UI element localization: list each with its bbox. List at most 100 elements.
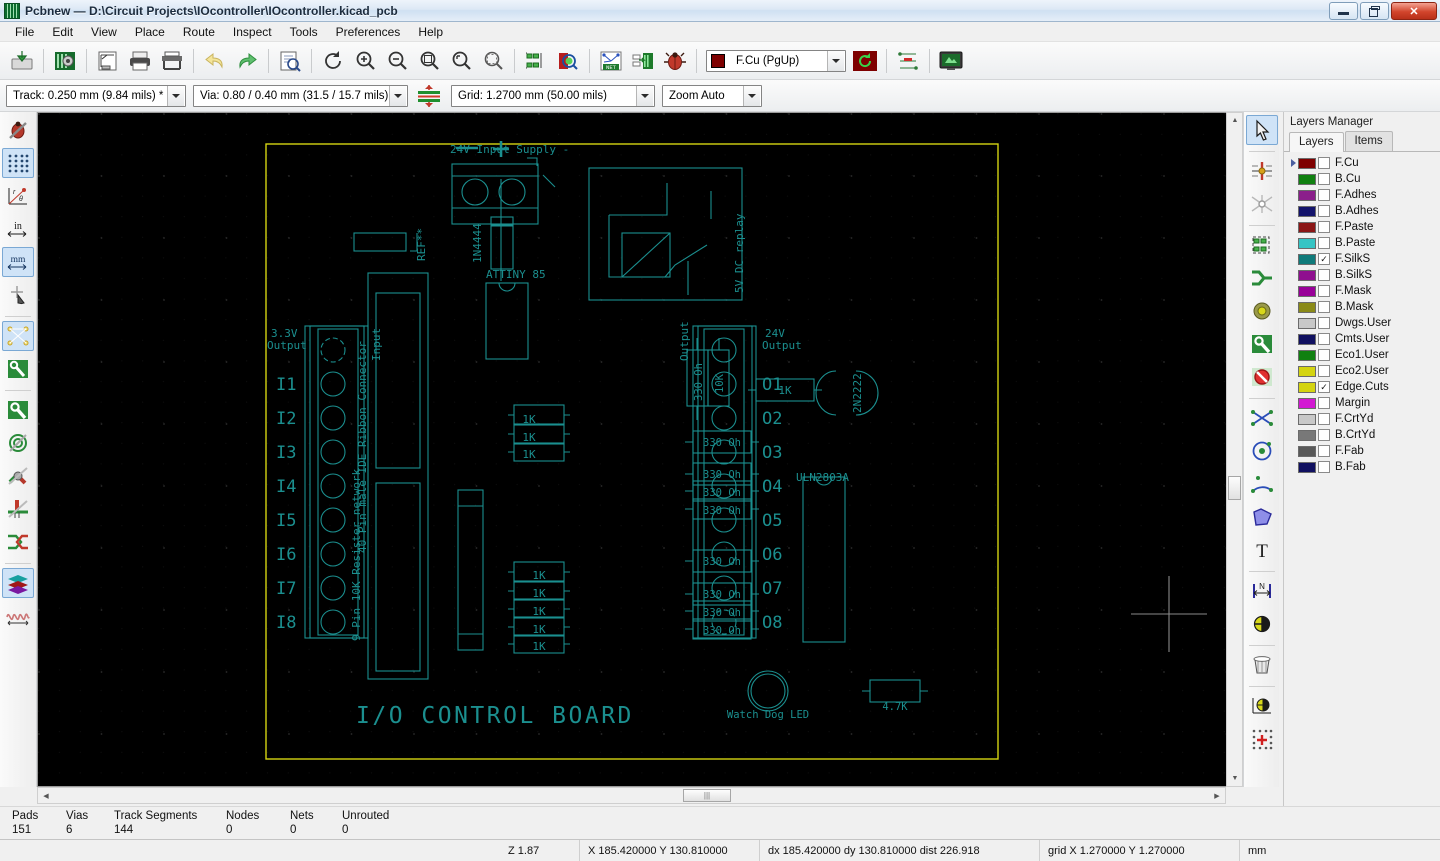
highlight-net-tool[interactable]	[1246, 156, 1278, 186]
add-target-tool[interactable]	[1246, 609, 1278, 639]
layer-color-swatch[interactable]	[1298, 397, 1316, 409]
chevron-down-icon[interactable]	[636, 85, 653, 106]
horizontal-scroll-thumb[interactable]: |||	[683, 789, 731, 802]
layer-visibility-checkbox[interactable]	[1318, 333, 1330, 345]
layer-row-eco2-user[interactable]: Eco2.User	[1288, 363, 1440, 379]
netlist-button[interactable]: NET	[596, 46, 626, 76]
pcb-canvas[interactable]: 3.3V Output I1 I2 I3 I4 I5 I6 I7 I8 Inpu…	[37, 112, 1243, 787]
minimize-button[interactable]	[1329, 2, 1358, 20]
vertical-scrollbar[interactable]: ▲ ▼	[1226, 112, 1243, 787]
vertical-scroll-thumb[interactable]	[1228, 476, 1241, 500]
delete-tool[interactable]	[1246, 650, 1278, 680]
layer-row-f-mask[interactable]: F.Mask	[1288, 283, 1440, 299]
layer-expander-icon[interactable]	[1288, 159, 1298, 167]
refresh-button[interactable]	[318, 46, 348, 76]
layer-color-swatch[interactable]	[1298, 237, 1316, 249]
board-setup-button[interactable]	[50, 46, 80, 76]
drc-off-toggle[interactable]	[2, 115, 34, 145]
layer-pair-button[interactable]	[850, 46, 880, 76]
layer-color-swatch[interactable]	[1298, 301, 1316, 313]
plot-button[interactable]	[157, 46, 187, 76]
full-crosshair-toggle[interactable]	[2, 280, 34, 310]
set-origin-tool[interactable]	[1246, 691, 1278, 721]
menu-place[interactable]: Place	[126, 23, 174, 41]
vias-sketch-toggle[interactable]	[2, 461, 34, 491]
horizontal-scrollbar[interactable]: ◀ ||| ▶	[37, 787, 1226, 804]
layer-color-swatch[interactable]	[1298, 269, 1316, 281]
layer-color-swatch[interactable]	[1298, 349, 1316, 361]
units-mm-toggle[interactable]: mm	[2, 247, 34, 277]
zoom-level-select[interactable]: Zoom Auto	[662, 84, 762, 107]
add-text-tool[interactable]: T	[1246, 535, 1278, 565]
menu-inspect[interactable]: Inspect	[224, 23, 281, 41]
page-settings-button[interactable]	[93, 46, 123, 76]
layer-visibility-checkbox[interactable]	[1318, 157, 1330, 169]
layer-color-swatch[interactable]	[1298, 157, 1316, 169]
layer-color-swatch[interactable]	[1298, 413, 1316, 425]
layer-color-swatch[interactable]	[1298, 285, 1316, 297]
menu-help[interactable]: Help	[409, 23, 452, 41]
add-keepout-tool[interactable]	[1246, 362, 1278, 392]
layer-visibility-checkbox[interactable]	[1318, 301, 1330, 313]
add-arc-tool[interactable]	[1246, 469, 1278, 499]
layer-row-f-crtyd[interactable]: F.CrtYd	[1288, 411, 1440, 427]
layer-visibility-checkbox[interactable]	[1318, 173, 1330, 185]
layer-visibility-checkbox[interactable]	[1318, 237, 1330, 249]
auto-track-width-button[interactable]	[414, 81, 444, 111]
menu-view[interactable]: View	[82, 23, 126, 41]
layer-visibility-checkbox[interactable]	[1318, 429, 1330, 441]
graphics-sketch-toggle[interactable]	[2, 527, 34, 557]
layer-row-b-fab[interactable]: B.Fab	[1288, 459, 1440, 475]
update-pcb-button[interactable]	[628, 46, 658, 76]
layer-row-b-cu[interactable]: B.Cu	[1288, 171, 1440, 187]
layer-color-swatch[interactable]	[1298, 445, 1316, 457]
local-ratsnest-tool[interactable]	[1246, 189, 1278, 219]
layer-visibility-checkbox[interactable]	[1318, 365, 1330, 377]
layer-color-swatch[interactable]	[1298, 221, 1316, 233]
layer-color-swatch[interactable]	[1298, 317, 1316, 329]
show-ratsnest-toggle[interactable]	[2, 321, 34, 351]
layer-row-b-silks[interactable]: B.SilkS	[1288, 267, 1440, 283]
pcb-drawing[interactable]: 3.3V Output I1 I2 I3 I4 I5 I6 I7 I8 Inpu…	[38, 113, 1242, 786]
microwave-tools-toggle[interactable]	[2, 601, 34, 631]
scroll-left-arrow[interactable]: ◀	[38, 788, 54, 803]
zoom-out-button[interactable]	[382, 46, 412, 76]
layer-row-dwgs-user[interactable]: Dwgs.User	[1288, 315, 1440, 331]
layer-visibility-checkbox[interactable]	[1318, 205, 1330, 217]
chevron-down-icon[interactable]	[827, 50, 844, 71]
set-grid-origin-tool[interactable]	[1246, 724, 1278, 754]
undo-button[interactable]	[200, 46, 230, 76]
layer-row-f-paste[interactable]: F.Paste	[1288, 219, 1440, 235]
layer-row-f-fab[interactable]: F.Fab	[1288, 443, 1440, 459]
print-preview-button[interactable]	[275, 46, 305, 76]
tracks-sketch-toggle[interactable]	[2, 494, 34, 524]
grid-size-select[interactable]: Grid: 1.2700 mm (50.00 mils)	[451, 84, 655, 107]
fill-zones-toggle[interactable]	[2, 395, 34, 425]
layer-color-swatch[interactable]	[1298, 333, 1316, 345]
layer-row-f-cu[interactable]: F.Cu	[1288, 155, 1440, 171]
add-via-tool[interactable]	[1246, 296, 1278, 326]
redo-button[interactable]	[232, 46, 262, 76]
layer-visibility-checkbox[interactable]	[1318, 397, 1330, 409]
scroll-down-arrow[interactable]: ▼	[1227, 771, 1243, 786]
chevron-down-icon[interactable]	[389, 85, 406, 106]
add-polygon-tool[interactable]	[1246, 403, 1278, 433]
zoom-in-button[interactable]	[350, 46, 380, 76]
layer-row-margin[interactable]: Margin	[1288, 395, 1440, 411]
layer-row-cmts-user[interactable]: Cmts.User	[1288, 331, 1440, 347]
layer-visibility-checkbox[interactable]	[1318, 189, 1330, 201]
footprint-editor-button[interactable]	[521, 46, 551, 76]
polar-coords-toggle[interactable]: rθ	[2, 181, 34, 211]
via-size-select[interactable]: Via: 0.80 / 0.40 mm (31.5 / 15.7 mils) *	[193, 84, 408, 107]
menu-tools[interactable]: Tools	[281, 23, 327, 41]
scroll-right-arrow[interactable]: ▶	[1209, 788, 1225, 803]
layer-row-edge-cuts[interactable]: ✓ Edge.Cuts	[1288, 379, 1440, 395]
3d-viewer-button[interactable]	[936, 46, 966, 76]
add-footprint-tool[interactable]	[1246, 230, 1278, 260]
show-ratsnest-button[interactable]	[893, 46, 923, 76]
units-inches-toggle[interactable]: in	[2, 214, 34, 244]
layer-visibility-checkbox[interactable]	[1318, 461, 1330, 473]
layer-visibility-checkbox[interactable]: ✓	[1318, 381, 1330, 393]
layer-visibility-checkbox[interactable]	[1318, 445, 1330, 457]
zoom-area-icon-button[interactable]	[446, 46, 476, 76]
